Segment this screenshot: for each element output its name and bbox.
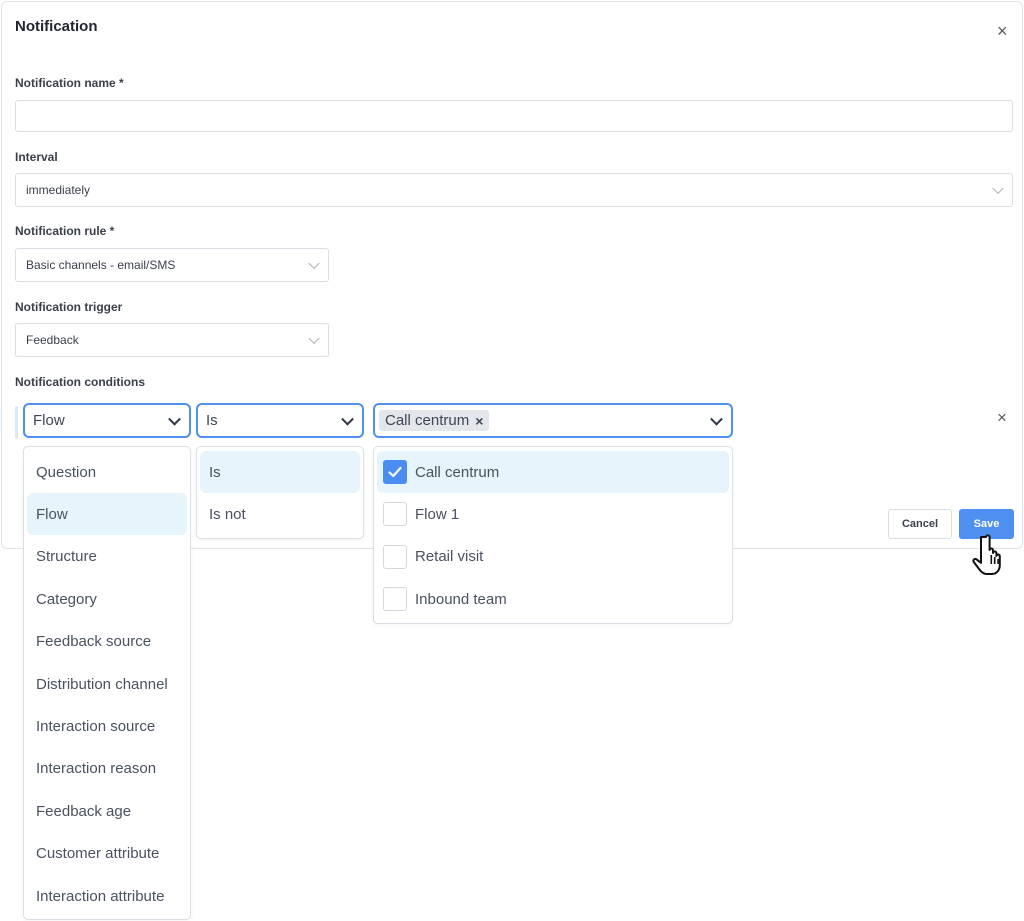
field-option-feedback-age[interactable]: Feedback age: [27, 790, 187, 832]
value-option-call-centrum[interactable]: Call centrum: [377, 451, 729, 493]
interval-label: Interval: [15, 150, 58, 164]
condition-field-select[interactable]: Flow: [23, 403, 191, 438]
notification-conditions-label: Notification conditions: [15, 375, 145, 389]
operator-option-is-not[interactable]: Is not: [200, 493, 360, 535]
value-chip-label: Call centrum: [385, 412, 470, 429]
condition-operator-select[interactable]: Is: [196, 403, 364, 438]
field-option-interaction-source[interactable]: Interaction source: [27, 705, 187, 747]
interval-select[interactable]: immediately: [15, 173, 1013, 207]
field-option-category[interactable]: Category: [27, 578, 187, 620]
chevron-down-icon: [308, 332, 320, 345]
notification-rule-value: Basic channels - email/SMS: [26, 258, 176, 272]
field-option-customer-attribute[interactable]: Customer attribute: [27, 833, 187, 875]
notification-name-input[interactable]: [15, 100, 1013, 132]
value-option-inbound-team[interactable]: Inbound team: [377, 578, 729, 620]
notification-name-label: Notification name *: [15, 76, 124, 90]
value-option-label: Retail visit: [415, 548, 484, 566]
field-dropdown: Question Flow Structure Category Feedback so…: [23, 446, 191, 920]
chevron-down-icon: [710, 412, 723, 426]
value-option-label: Call centrum: [415, 463, 500, 481]
condition-value-multiselect[interactable]: Call centrum ×: [373, 403, 733, 438]
chevron-down-icon: [992, 182, 1004, 195]
chip-remove-icon[interactable]: ×: [475, 413, 483, 429]
value-chip: Call centrum ×: [379, 410, 490, 431]
operator-dropdown: Is Is not: [196, 446, 364, 539]
checkbox-icon[interactable]: [383, 587, 407, 612]
value-option-label: Flow 1: [415, 505, 460, 523]
notification-rule-select[interactable]: Basic channels - email/SMS: [15, 248, 329, 282]
value-option-label: Inbound team: [415, 590, 507, 608]
checkbox-icon[interactable]: [383, 502, 407, 527]
operator-option-is[interactable]: Is: [200, 451, 360, 493]
interval-value: immediately: [26, 183, 91, 197]
field-option-interaction-reason[interactable]: Interaction reason: [27, 748, 187, 790]
notification-trigger-label: Notification trigger: [15, 300, 123, 314]
field-option-flow[interactable]: Flow: [27, 493, 187, 536]
checkbox-checked-icon[interactable]: [383, 460, 407, 484]
field-option-distribution-channel[interactable]: Distribution channel: [27, 663, 187, 705]
field-option-interaction-attribute[interactable]: Interaction attribute: [27, 875, 187, 917]
value-option-flow-1[interactable]: Flow 1: [377, 493, 729, 535]
cancel-button[interactable]: Cancel: [888, 509, 952, 539]
notification-trigger-value: Feedback: [26, 333, 79, 347]
close-icon[interactable]: ×: [997, 22, 1008, 40]
dialog-title: Notification: [15, 18, 98, 35]
notification-rule-label: Notification rule *: [15, 224, 115, 238]
value-dropdown: Call centrum Flow 1 Retail visit Inbound te…: [373, 446, 733, 624]
chevron-down-icon: [341, 412, 354, 426]
condition-operator-value: Is: [206, 412, 218, 429]
chevron-down-icon: [168, 412, 181, 426]
remove-condition-icon[interactable]: ×: [997, 409, 1007, 426]
condition-row-indicator: [15, 406, 18, 439]
chevron-down-icon: [308, 257, 320, 270]
notification-trigger-select[interactable]: Feedback: [15, 323, 329, 357]
hand-cursor-icon: [972, 534, 1001, 575]
field-option-question[interactable]: Question: [27, 451, 187, 493]
value-option-retail-visit[interactable]: Retail visit: [377, 536, 729, 578]
condition-field-value: Flow: [33, 412, 65, 429]
field-option-feedback-source[interactable]: Feedback source: [27, 621, 187, 663]
field-option-structure[interactable]: Structure: [27, 536, 187, 578]
checkbox-icon[interactable]: [383, 544, 407, 569]
